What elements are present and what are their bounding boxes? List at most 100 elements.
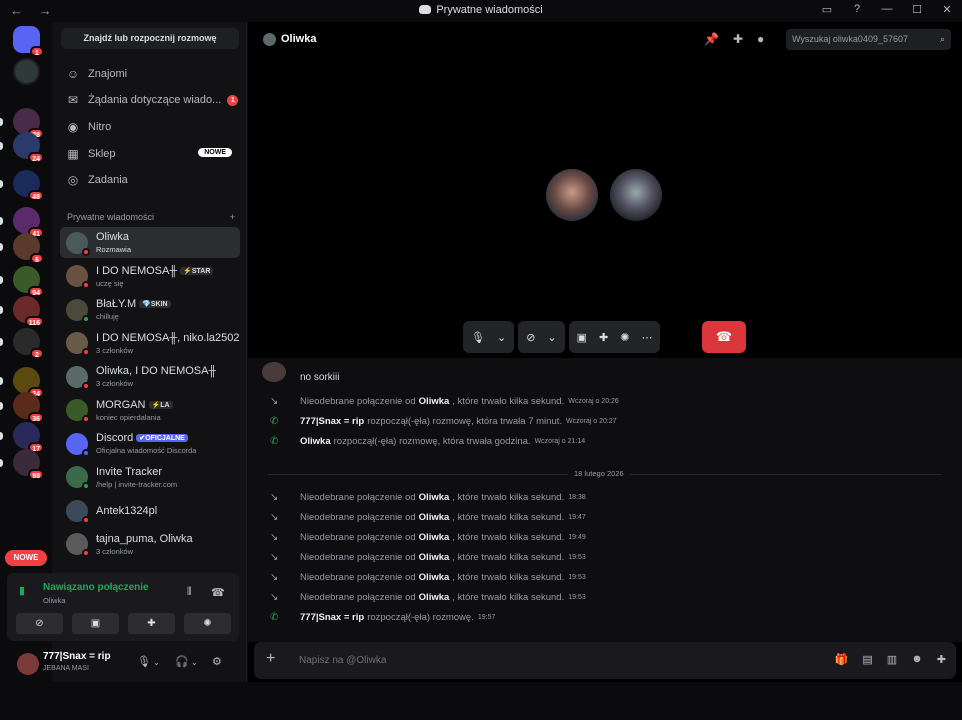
dm-text: Oliwka, I DO NEMOSA╫ 3 członków — [96, 365, 216, 388]
server-icon[interactable]: 2 — [13, 328, 44, 359]
unread-indicator — [0, 306, 3, 314]
headphones-icon[interactable]: 🎧 — [175, 655, 189, 668]
call-log-username[interactable]: Oliwka — [300, 436, 331, 447]
screen-share-icon[interactable]: ▣ — [577, 331, 587, 344]
dm-item[interactable]: MORGAN ⚡LA koniec opierdalania — [60, 395, 240, 426]
call-log-message: ✆ 777|Snax = rip rozpoczął(-ęła) rozmowę. 1… — [270, 610, 495, 624]
call-participant-avatar[interactable] — [546, 169, 598, 221]
nav-friends[interactable]: ☺ Znajomi — [60, 62, 240, 86]
signal-icon[interactable]: ▮ — [19, 584, 35, 600]
composer-placeholder[interactable]: Napisz na @Oliwka — [299, 655, 386, 666]
server-icon[interactable]: 116 — [13, 296, 44, 327]
audio-options-icon[interactable]: ⌄ — [191, 658, 198, 667]
user-avatar[interactable] — [17, 653, 39, 675]
unread-indicator — [0, 217, 3, 225]
help-icon[interactable]: ? — [850, 3, 864, 16]
dm-subtext: uczę się — [96, 278, 124, 288]
find-conversation-button[interactable]: Znajdź lub rozpocznij rozmowę — [61, 28, 239, 49]
mic-options-icon[interactable]: ⌄ — [153, 658, 160, 667]
soundboard-icon[interactable]: ⫴ — [187, 586, 192, 599]
new-servers-pill[interactable]: NOWE — [5, 550, 47, 566]
mic-icon[interactable]: 🎙 — [137, 655, 151, 668]
voice-status[interactable]: Nawiązano połączenie — [43, 582, 149, 593]
message-composer[interactable]: + Napisz na @Oliwka 🎁 ▤ ▥ ☻ ✚ — [254, 642, 956, 679]
dm-name-text: ŧajna_puma, Oliwka — [96, 532, 193, 545]
home-button[interactable]: 1 — [13, 26, 44, 57]
call-log-username[interactable]: Oliwka — [419, 492, 450, 503]
maximize-icon[interactable]: ☐ — [910, 3, 924, 16]
dm-item[interactable]: I DO NEMOSA╫, niko.la2502 3 członków — [60, 328, 240, 359]
server-icon[interactable]: 41 — [13, 207, 44, 238]
activities-button[interactable]: ✚ — [128, 613, 175, 634]
dm-item[interactable]: Invite Tracker/help | invite-tracker.com — [60, 462, 240, 493]
sticker-icon[interactable]: ▥ — [887, 653, 897, 666]
more-icon[interactable]: ⋯ — [641, 331, 652, 344]
call-log-text: Nieodebrane połączenie od — [300, 571, 416, 583]
camera-button[interactable]: ⊘ — [16, 613, 63, 634]
inbox-icon[interactable]: ▭ — [820, 3, 834, 16]
mic-control[interactable]: 🎙 ⌄ — [463, 321, 515, 353]
soundboard-icon[interactable]: ✺ — [620, 331, 629, 344]
call-log-username[interactable]: Oliwka — [419, 592, 450, 603]
call-log-username[interactable]: 777|Snax = rip — [300, 612, 364, 623]
dm-item[interactable]: Discord ✔OFICJALNE Oficjalna wiadomość Dis… — [60, 428, 240, 459]
mic-icon[interactable]: 🎙 — [471, 331, 485, 344]
upload-plus-icon[interactable]: + — [266, 650, 275, 668]
dm-item[interactable]: ŧajna_puma, Oliwka 3 członków — [60, 529, 240, 560]
close-icon[interactable]: ✕ — [940, 3, 954, 16]
activities-icon[interactable]: ✚ — [599, 331, 608, 344]
chevron-down-icon[interactable]: ⌄ — [497, 331, 506, 344]
call-log-username[interactable]: Oliwka — [419, 512, 450, 523]
channel-title[interactable]: Oliwka — [281, 33, 316, 45]
active-call-avatar[interactable] — [13, 58, 40, 85]
dm-item[interactable]: Antek1324pl — [60, 495, 240, 526]
nav-quests[interactable]: ◎ Zadania — [60, 168, 240, 192]
dm-item[interactable]: BłaŁY.M 💎SKIN chilluję — [60, 294, 240, 325]
user-status: JEBANA MASI — [43, 665, 89, 672]
apps-icon[interactable]: ✚ — [937, 653, 946, 666]
chevron-down-icon[interactable]: ⌄ — [547, 331, 556, 344]
emoji-icon[interactable]: ☻ — [911, 653, 923, 666]
message-avatar[interactable] — [262, 362, 286, 382]
channel-header: Oliwka 📌 ✚ ● Wyszukaj oliwka0409_57607 ⌕ — [248, 22, 962, 58]
server-icon[interactable]: 94 — [13, 266, 44, 297]
call-log-username[interactable]: Oliwka — [419, 552, 450, 563]
server-icon[interactable]: 98 — [13, 449, 44, 480]
call-log-username[interactable]: 777|Snax = rip — [300, 416, 364, 427]
settings-gear-icon[interactable]: ⚙ — [212, 655, 222, 668]
server-icon[interactable]: 24 — [13, 367, 44, 398]
create-dm-button[interactable]: + — [230, 212, 235, 222]
nav-shop[interactable]: ▦ Sklep NOWE — [60, 142, 240, 166]
user-profile-icon[interactable]: ● — [757, 32, 764, 46]
call-participant-avatar[interactable] — [610, 169, 662, 221]
presence-status-icon — [82, 415, 90, 423]
minimize-icon[interactable]: — — [880, 3, 894, 16]
server-icon[interactable]: 24 — [13, 132, 44, 163]
search-input[interactable]: Wyszukaj oliwka0409_57607 ⌕ — [786, 29, 951, 50]
camera-control[interactable]: ⊘ ⌄ — [518, 321, 565, 353]
server-icon[interactable]: 28 — [13, 108, 44, 139]
server-icon[interactable]: 48 — [13, 170, 44, 201]
call-log-username[interactable]: Oliwka — [419, 572, 450, 583]
nav-nitro[interactable]: ◉ Nitro — [60, 115, 240, 139]
screen-share-button[interactable]: ▣ — [72, 613, 119, 634]
server-icon[interactable]: 6 — [13, 233, 44, 264]
camera-off-icon[interactable]: ⊘ — [526, 331, 535, 344]
gift-icon[interactable]: 🎁 — [835, 653, 849, 666]
call-log-username[interactable]: Oliwka — [419, 396, 450, 407]
unread-indicator — [0, 276, 3, 284]
gif-icon[interactable]: ▤ — [862, 653, 872, 666]
user-name[interactable]: 777|Snax = rip — [43, 651, 111, 662]
pin-icon[interactable]: 📌 — [704, 32, 719, 46]
call-log-username[interactable]: Oliwka — [419, 532, 450, 543]
soundboard-button[interactable]: ✺ — [184, 613, 231, 634]
dm-item[interactable]: I DO NEMOSA╫ ⚡STAR uczę się — [60, 261, 240, 292]
server-icon[interactable]: 17 — [13, 422, 44, 453]
hang-up-button[interactable]: ☎ — [702, 321, 746, 353]
server-icon[interactable]: 36 — [13, 392, 44, 423]
dm-item[interactable]: Oliwka, I DO NEMOSA╫ 3 członków — [60, 361, 240, 392]
disconnect-icon[interactable]: ☎ — [211, 586, 225, 599]
nav-message-requests[interactable]: ✉ Żądania dotyczące wiado... 1 — [60, 88, 240, 112]
add-friends-icon[interactable]: ✚ — [733, 32, 743, 46]
dm-item[interactable]: Oliwka Rozmawia — [60, 227, 240, 258]
